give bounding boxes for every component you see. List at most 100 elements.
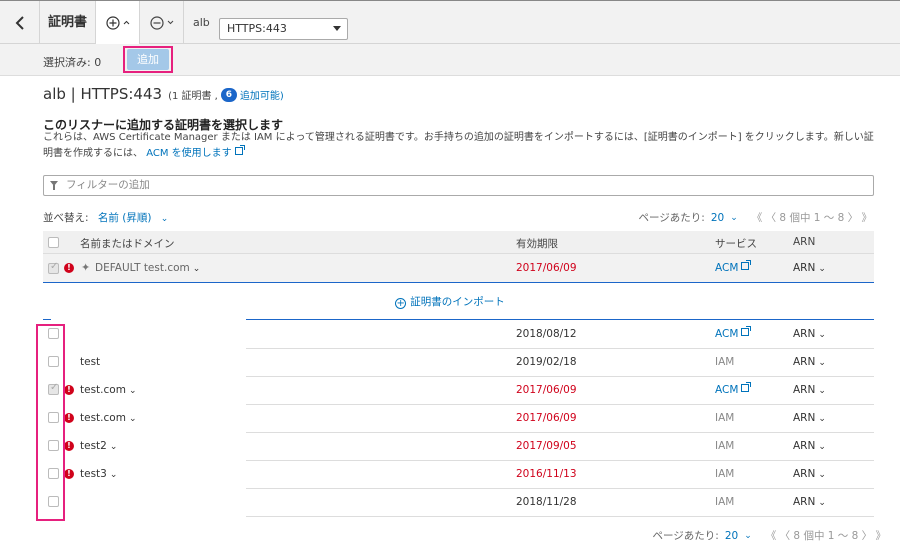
row-arn[interactable]: ARN ⌄ [793,468,826,480]
section-description: これらは、AWS Certificate Manager または IAM によっ… [43,130,878,162]
available-count-badge: 6 [220,87,237,102]
chevron-down-icon [167,20,173,25]
available-link[interactable]: 追加可能) [240,87,284,102]
row-arn-text: ARN [793,328,816,340]
minus-circle-icon [149,15,164,30]
row-expiry: 2017/09/05 [516,440,577,452]
checkbox-column-highlight [36,324,65,521]
page-navigation[interactable]: 《 〈 8 個中 1 ～ 8 〉 》 [752,210,872,225]
default-row-service[interactable]: ACM [715,260,752,274]
default-row-arn-text: ARN [793,262,816,274]
page-size-label: ページあたり: [652,530,719,542]
plus-circle-icon [105,15,120,30]
row-name-text: test2 [80,440,107,452]
column-header-service[interactable]: サービス [715,236,757,251]
certificate-summary: (1 証明書 , 6 追加可能) [168,87,284,102]
column-header-arn[interactable]: ARN [793,236,815,248]
default-certificate-row: ! ✦ DEFAULT test.com⌄ 2017/06/09 ACM ARN… [43,254,874,283]
chevron-down-icon: ⌄ [818,498,826,508]
row-service[interactable]: ACM [715,326,752,340]
row-arn[interactable]: ARN ⌄ [793,384,826,396]
chevron-up-icon [123,20,129,25]
selected-count: 選択済み: 0 [43,56,102,69]
default-row-arn[interactable]: ARN ⌄ [793,262,826,274]
filter-icon [50,181,58,190]
row-divider [246,516,874,517]
row-arn[interactable]: ARN ⌄ [793,412,826,424]
row-name[interactable]: test3 ⌄ [80,468,117,480]
table-row: ! test3 ⌄ 2016/11/13 IAM ARN ⌄ [43,461,874,489]
pagination-bottom: ページあたり: 20 ⌄ 《 〈 8 個中 1 ～ 8 〉 》 [653,528,887,543]
sort-value[interactable]: 名前 (昇順) [98,212,152,224]
row-expiry: 2017/06/09 [516,412,577,424]
filter-placeholder: フィルターの追加 [66,179,150,191]
row-name[interactable]: test.com ⌄ [80,412,136,424]
chevron-down-icon: ⌄ [109,470,118,480]
filter-input[interactable]: フィルターの追加 [43,175,874,196]
listener-heading-title: alb | HTTPS:443 [43,85,163,103]
row-name[interactable]: test2 ⌄ [80,440,117,452]
row-name: test [80,356,101,368]
external-link-icon [741,326,752,336]
row-arn-text: ARN [793,496,816,508]
chevron-left-icon [15,15,24,30]
chevron-down-icon: ⌄ [818,386,826,396]
chevron-down-icon: ⌄ [818,330,826,340]
row-arn[interactable]: ARN ⌄ [793,496,826,508]
chevron-down-icon: ⌄ [818,470,826,480]
plus-circle-icon: + [395,298,407,309]
row-service[interactable]: ACM [715,382,752,396]
page-size-select[interactable]: 20 [725,530,738,542]
warning-icon: ! [64,263,74,273]
column-header-expiry[interactable]: 有効期限 [516,236,558,251]
listener-select[interactable]: HTTPS:443 [219,18,348,40]
row-arn-text: ARN [793,356,816,368]
import-certificate-link[interactable]: + 証明書のインポート [0,294,900,309]
pin-icon: ✦ [81,261,91,274]
row-service: IAM [715,440,735,452]
back-button[interactable] [0,1,40,44]
select-all-checkbox[interactable] [48,237,59,248]
use-acm-link[interactable]: ACM を使用します [146,145,245,159]
page-size-label: ページあたり: [638,212,705,224]
default-row-name[interactable]: DEFAULT test.com ⌄ [95,262,200,274]
chevron-down-icon: ⌄ [730,212,738,223]
row-arn-text: ARN [793,412,816,424]
divider [43,319,51,320]
sort-label: 並べ替え: [43,212,89,224]
sort-control[interactable]: 並べ替え: 名前 (昇順) ⌄ [43,210,168,225]
chevron-down-icon: ⌄ [128,386,137,396]
default-row-expiry: 2017/06/09 [516,262,577,274]
certificate-count: (1 証明書 , [168,91,218,102]
table-row: ! test.com⌄ 2017/06/09 ACM ARN⌄ [43,377,874,405]
pagination-top: ページあたり: 20 ⌄ 《 〈 8 個中 1 ～ 8 〉 》 [639,210,873,225]
row-expiry: 2018/08/12 [516,328,577,340]
row-expiry: 2016/11/13 [516,468,577,480]
load-balancer-name: alb [193,16,210,29]
row-name[interactable]: test.com ⌄ [80,384,136,396]
table-row: ! test.com ⌄ 2017/06/09 IAM ARN ⌄ [43,405,874,433]
row-expiry: 2017/06/09 [516,384,577,396]
table-header: 名前またはドメイン 有効期限 サービス ARN [43,231,874,254]
page-navigation[interactable]: 《 〈 8 個中 1 ～ 8 〉 》 [766,528,886,543]
chevron-down-icon: ⌄ [818,358,826,368]
external-link-icon [234,145,245,155]
default-row-name-text: DEFAULT test.com [95,262,190,274]
caret-down-icon [333,26,341,31]
row-expiry: 2018/11/28 [516,496,577,508]
add-certificates-tab[interactable] [96,1,140,44]
remove-certificates-tab[interactable] [140,1,184,44]
add-button[interactable]: 追加 [127,49,169,70]
row-name-text: test.com [80,384,126,396]
row-expiry: 2019/02/18 [516,356,577,368]
table-row: 2018/11/28 IAM ARN ⌄ [43,489,874,517]
row-arn[interactable]: ARN ⌄ [793,356,826,368]
row-arn[interactable]: ARN ⌄ [793,328,826,340]
chevron-down-icon: ⌄ [818,414,826,424]
divider [246,319,874,320]
chevron-down-icon: ⌄ [160,214,169,224]
column-header-name[interactable]: 名前またはドメイン [80,236,175,251]
row-arn[interactable]: ARN ⌄ [793,440,826,452]
row-arn-text: ARN [793,468,816,480]
page-size-select[interactable]: 20 [711,212,724,224]
